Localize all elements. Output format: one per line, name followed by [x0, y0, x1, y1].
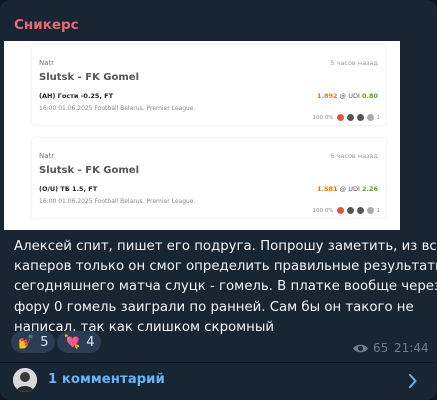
card-percent: 100.0% [312, 207, 334, 214]
card-coef: 1.581 [316, 185, 338, 193]
views-count: 65 [373, 341, 389, 355]
info-icon [356, 114, 364, 121]
card-odds-sep: @ [339, 185, 347, 193]
comments-button[interactable]: 1 комментарий [0, 363, 437, 400]
card-udi-label: UDI [348, 185, 360, 193]
comment-icon [366, 207, 374, 214]
reaction-chip[interactable]: 💅 5 [11, 331, 56, 353]
card-udi: 0.80 [361, 92, 378, 100]
card-stats: 100.0% 1 [313, 207, 380, 214]
card-percent: 100.0% [312, 114, 334, 121]
message-text: Алексей спит, пишет его подруга. Попрошу… [14, 237, 437, 338]
message-line: каперов только он смог определить правил… [14, 259, 437, 275]
card-meta: 16:00 01.06.2025 Football Belarus. Premi… [39, 105, 196, 112]
fire-icon [336, 207, 344, 214]
bet-card: Natr 5 часов назад Slutsk - FK Gomel (AH… [32, 45, 386, 125]
card-stats: 100.0% 1 [313, 114, 380, 121]
message-line: фору 0 гомель заиграли по ранней. Сам бы… [14, 299, 414, 315]
profile-icon [346, 114, 354, 121]
card-odds: 1.581 @ UDI 2.26 [317, 185, 378, 193]
eye-icon [353, 344, 368, 352]
card-time-ago: 5 часов назад [330, 59, 378, 67]
person-icon [13, 368, 37, 392]
card-teams: Slutsk - FK Gomel [39, 72, 140, 83]
info-icon [356, 207, 364, 214]
card-author: Natr [39, 152, 55, 160]
heart-arrow-icon: 💘 [64, 334, 81, 350]
card-coef: 1.892 [316, 92, 338, 100]
reaction-count: 4 [86, 334, 95, 350]
sender-name[interactable]: Сникерс [14, 17, 79, 33]
fire-icon [336, 114, 344, 121]
card-teams: Slutsk - FK Gomel [39, 165, 140, 176]
nail-polish-icon: 💅 [18, 334, 35, 350]
card-meta: 16:00 01.06.2025 Football Belarus. Premi… [39, 198, 196, 205]
message-line: Алексей спит, пишет его подруга. Попрошу… [14, 239, 437, 254]
message-line: сегодняшнего матча слуцк - гомель. В пла… [14, 279, 437, 295]
message-bubble: Сникерс Natr 5 часов назад Slutsk - FK G… [0, 0, 437, 400]
card-udi-label: UDI [348, 92, 360, 100]
card-counter: 1 [376, 114, 381, 121]
card-bet: (O/U) ТБ 1.5, FT [39, 185, 98, 193]
avatar [13, 368, 37, 392]
card-time-ago: 6 часов назад [330, 152, 378, 160]
reaction-chip[interactable]: 💘 4 [57, 331, 102, 353]
profile-icon [346, 207, 354, 214]
card-author: Natr [39, 59, 55, 67]
card-odds-sep: @ [339, 92, 347, 100]
comments-label: 1 комментарий [48, 372, 165, 387]
message-time: 21:44 [394, 341, 429, 355]
views-counter: 65 [352, 341, 388, 355]
card-odds: 1.892 @ UDI 0.80 [317, 92, 378, 100]
comment-icon [366, 114, 374, 121]
chevron-right-icon [409, 374, 417, 388]
bet-card: Natr 6 часов назад Slutsk - FK Gomel (O/… [32, 138, 386, 218]
card-bet: (AH) Гости -0.25, FT [39, 92, 114, 100]
photo-attachment[interactable]: Natr 5 часов назад Slutsk - FK Gomel (AH… [4, 41, 400, 230]
card-counter: 1 [376, 207, 381, 214]
card-udi: 2.26 [361, 185, 378, 193]
reaction-count: 5 [40, 334, 49, 350]
